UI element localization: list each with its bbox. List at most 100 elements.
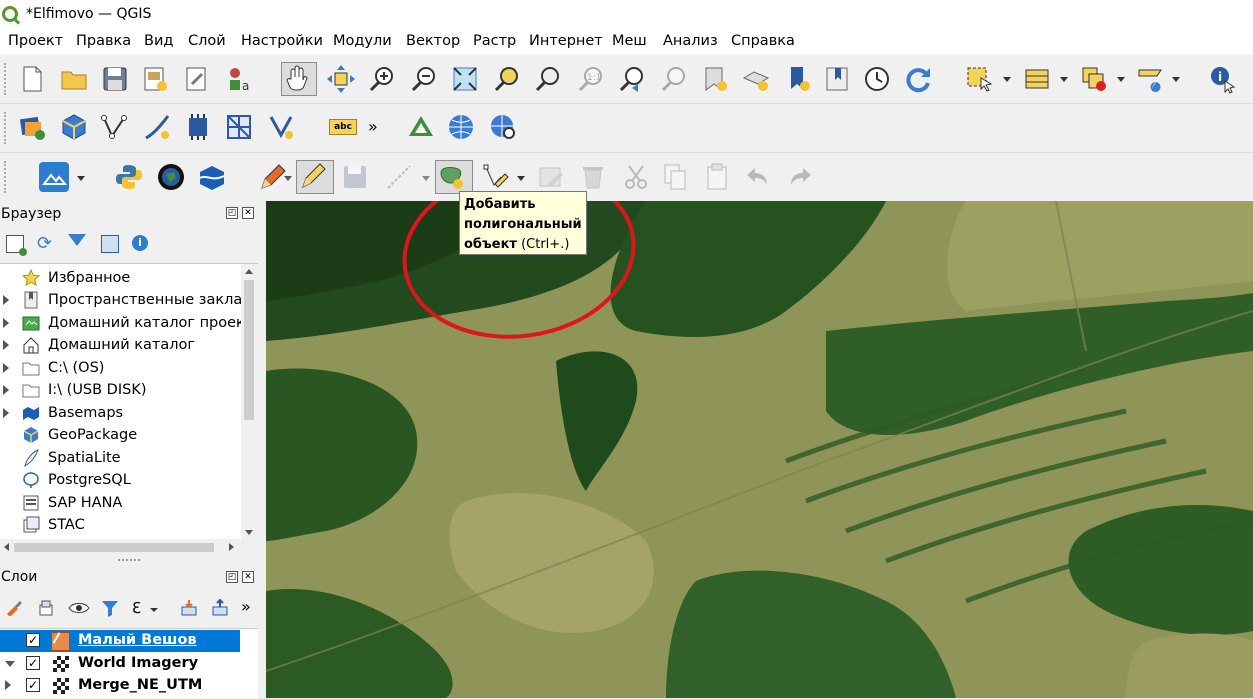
menu-mesh[interactable]: Меш [612, 33, 647, 49]
label-toolbar-button[interactable]: abc [329, 119, 357, 135]
deselect-features-dropdown[interactable] [1117, 77, 1125, 82]
add-group-icon[interactable] [37, 599, 55, 617]
layer-visibility-checkbox[interactable]: ✓ [26, 678, 40, 692]
python-console-icon[interactable] [114, 162, 144, 192]
layers-float-button[interactable]: ◰ [226, 571, 238, 583]
vertex-tool-icon[interactable] [481, 162, 511, 192]
new-project-icon[interactable] [17, 64, 47, 94]
browser-item-spatial-bookmarks[interactable]: Пространственные закладки [0, 289, 258, 311]
menu-project[interactable]: Проект [8, 33, 63, 49]
toolbar-overflow-button[interactable]: » [368, 117, 378, 136]
menu-plugins[interactable]: Модули [333, 33, 392, 49]
browser-item-project-home[interactable]: Домашний каталог проекта [0, 312, 258, 334]
layer-row-maly-veshov[interactable]: ✓ Малый Вешов [0, 630, 240, 652]
toolbar-grip[interactable] [4, 63, 10, 95]
add-polygon-feature-icon[interactable] [435, 160, 473, 194]
pan-map-icon[interactable] [281, 62, 317, 96]
zoom-to-layer-icon[interactable] [533, 64, 563, 94]
elevation-profile-dropdown[interactable] [77, 176, 85, 181]
layer-visibility-checkbox[interactable]: ✓ [26, 656, 40, 670]
vertex-tool-dropdown[interactable] [517, 176, 525, 181]
save-layer-edits-icon[interactable] [340, 162, 370, 192]
deselect-features-icon[interactable] [1079, 64, 1109, 94]
menu-help[interactable]: Справка [731, 33, 795, 49]
browser-close-button[interactable]: ✕ [242, 207, 254, 219]
manage-map-themes-icon[interactable] [68, 600, 90, 616]
undo-icon[interactable] [743, 162, 773, 192]
browser-item-stac[interactable]: STAC [0, 514, 240, 536]
expand-arrow-icon[interactable] [5, 680, 11, 690]
toolbar-grip[interactable] [4, 161, 10, 193]
refresh-icon[interactable] [903, 64, 933, 94]
digitize-dropdown[interactable] [422, 176, 430, 181]
zoom-to-selection-icon[interactable] [492, 64, 522, 94]
quickmapservices-icon[interactable] [156, 162, 186, 192]
properties-info-icon[interactable]: i [132, 235, 148, 251]
browser-vertical-scrollbar[interactable] [241, 264, 258, 540]
web-service-icon[interactable] [446, 112, 476, 142]
filter-legend-icon[interactable] [101, 599, 119, 617]
show-map-tips-icon[interactable] [822, 64, 852, 94]
new-3d-map-icon[interactable] [783, 64, 813, 94]
browser-item-sap-hana[interactable]: SAP HANA [0, 492, 240, 514]
expand-arrow-icon[interactable] [3, 340, 9, 350]
zoom-in-icon[interactable] [367, 64, 397, 94]
menu-web[interactable]: Интернет [529, 33, 603, 49]
elevation-profile-icon[interactable] [39, 162, 69, 192]
web-search-icon[interactable] [488, 112, 518, 142]
layers-close-button[interactable]: ✕ [242, 571, 254, 583]
layer-row-merge-ne-utm[interactable]: ✓ Merge_NE_UTM [0, 675, 258, 697]
expand-arrow-icon[interactable] [3, 385, 9, 395]
browser-float-button[interactable]: ◰ [226, 207, 238, 219]
copy-features-icon[interactable] [660, 162, 690, 192]
identify-features-icon[interactable]: i [1208, 64, 1238, 94]
browser-item-postgresql[interactable]: PostgreSQL [0, 469, 240, 491]
layers-tree[interactable]: ✓ Малый Вешов ✓ World Imagery ✓ Merge_NE… [0, 628, 258, 699]
new-temporary-layer-icon[interactable] [142, 112, 172, 142]
digitize-line-icon[interactable] [384, 162, 414, 192]
layer-visibility-checkbox[interactable]: ✓ [26, 633, 40, 647]
browser-item-drive-c[interactable]: C:\ (OS) [0, 357, 240, 379]
new-spatial-bookmark-icon[interactable] [700, 64, 730, 94]
refresh-browser-icon[interactable]: ⟳ [37, 233, 52, 254]
zoom-native-resolution-icon[interactable]: 1:1 [576, 64, 606, 94]
browser-item-basemaps[interactable]: Basemaps [0, 402, 240, 424]
mapflow-icon[interactable] [197, 162, 227, 192]
attribute-table-icon[interactable] [1022, 64, 1052, 94]
new-virtual-layer-icon[interactable] [183, 112, 213, 142]
new-annotation-layer-icon[interactable] [266, 112, 296, 142]
digitize-vertex-tool-icon[interactable] [100, 112, 130, 142]
expand-arrow-icon[interactable] [3, 318, 9, 328]
zoom-out-icon[interactable] [409, 64, 439, 94]
expand-arrow-icon[interactable] [3, 363, 9, 373]
menu-view[interactable]: Вид [144, 33, 173, 49]
filter-by-expression-icon[interactable]: ℇ [132, 599, 141, 617]
layer-styling-icon[interactable] [5, 600, 23, 617]
attribute-table-dropdown[interactable] [1060, 77, 1068, 82]
browser-item-favorites[interactable]: Избранное [0, 267, 240, 289]
expand-arrow-icon[interactable] [3, 295, 9, 305]
panel-splitter[interactable] [118, 559, 140, 564]
data-source-manager-icon[interactable] [17, 112, 47, 142]
field-calculator-dropdown[interactable] [1172, 77, 1180, 82]
layout-manager-icon[interactable] [182, 64, 212, 94]
save-project-icon[interactable] [100, 64, 130, 94]
menu-edit[interactable]: Правка [76, 33, 131, 49]
delete-selected-icon[interactable] [578, 162, 608, 192]
expand-arrow-icon[interactable] [3, 408, 9, 418]
georeferencer-icon[interactable] [406, 112, 436, 142]
menu-analysis[interactable]: Анализ [663, 33, 718, 49]
menu-raster[interactable]: Растр [473, 33, 516, 49]
open-project-icon[interactable] [59, 64, 89, 94]
menu-layer[interactable]: Слой [188, 33, 226, 49]
map-canvas[interactable] [266, 201, 1253, 698]
style-manager-icon[interactable]: a [224, 64, 254, 94]
field-calculator-icon[interactable] [1136, 64, 1166, 94]
select-features-icon[interactable] [964, 64, 994, 94]
zoom-last-icon[interactable] [617, 64, 647, 94]
layers-toolbar-overflow[interactable]: » [241, 597, 251, 616]
filter-expression-dropdown[interactable] [150, 608, 158, 612]
browser-horizontal-scrollbar[interactable] [0, 539, 241, 556]
toggle-editing-icon[interactable] [296, 160, 334, 194]
current-edits-dropdown[interactable] [284, 176, 292, 181]
